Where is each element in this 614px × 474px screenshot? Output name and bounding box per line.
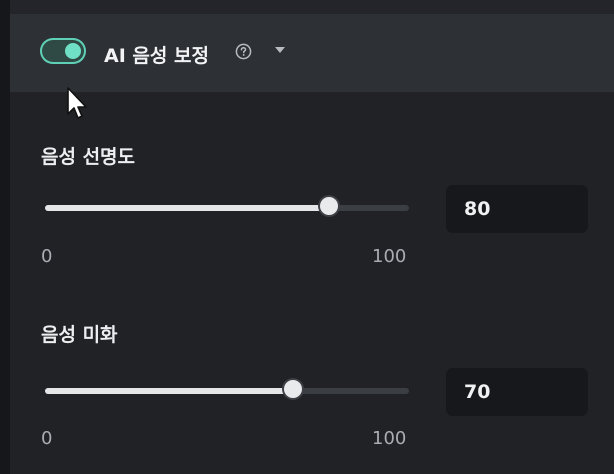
voice-beautify-label: 음성 미화 [41, 324, 118, 346]
mouse-cursor-icon [67, 87, 87, 119]
ai-voice-title: AI 음성 보정 [104, 45, 209, 67]
slider-thumb[interactable] [319, 197, 338, 215]
voice-beautify-value: 70 [464, 381, 491, 403]
slider-fill [45, 388, 293, 394]
left-edge-panel [0, 0, 10, 474]
voice-clarity-slider[interactable] [45, 197, 409, 215]
slider-thumb[interactable] [283, 380, 302, 398]
question-circle-icon[interactable] [235, 43, 252, 60]
toggle-knob [65, 43, 81, 59]
voice-clarity-max: 100 [372, 246, 407, 267]
voice-beautify-min: 0 [41, 428, 53, 449]
voice-beautify-value-input[interactable]: 70 [446, 368, 588, 416]
caret-down-icon[interactable] [275, 47, 285, 53]
voice-beautify-slider[interactable] [45, 380, 409, 398]
ai-voice-header[interactable]: AI 음성 보정 [10, 14, 614, 92]
voice-beautify-max: 100 [372, 428, 407, 449]
voice-clarity-value: 80 [464, 198, 491, 220]
top-edge-bar [10, 0, 614, 14]
voice-clarity-value-input[interactable]: 80 [446, 185, 588, 233]
ai-voice-toggle[interactable] [40, 38, 86, 64]
voice-clarity-label: 음성 선명도 [41, 146, 136, 168]
slider-fill [45, 205, 329, 211]
voice-clarity-min: 0 [41, 246, 53, 267]
